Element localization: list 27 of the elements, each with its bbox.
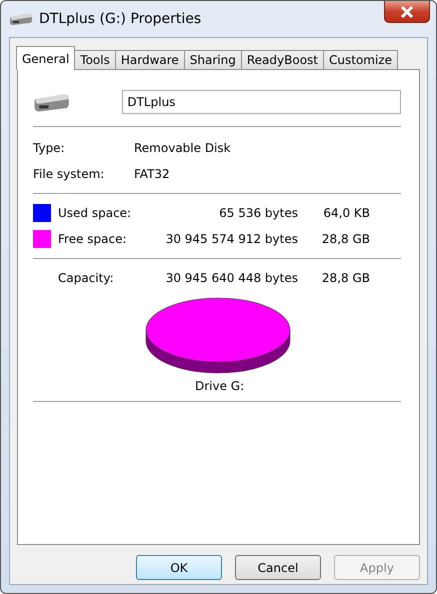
space-size: 64,0 KB [322, 206, 370, 220]
capacity-size: 28,8 GB [320, 271, 370, 285]
field-value: Removable Disk [134, 141, 231, 155]
dialog-button[interactable]: OK [136, 555, 222, 580]
space-size: 28,8 GB [320, 232, 370, 246]
tab[interactable]: Customize [323, 50, 398, 70]
space-label: Free space: [58, 232, 128, 246]
field-label: File system: [33, 167, 106, 181]
drive-icon [9, 12, 33, 26]
field-value: FAT32 [134, 167, 170, 181]
capacity-bytes: 30 945 640 448 bytes [164, 271, 298, 285]
window-title: DTLplus (G:) Properties [39, 11, 202, 27]
field-label: Type: [33, 141, 66, 155]
tab[interactable]: Sharing [184, 50, 242, 70]
tab[interactable]: ReadyBoost [240, 50, 324, 70]
tab[interactable]: General [16, 46, 76, 70]
tab[interactable]: Hardware [114, 50, 185, 70]
dialog-button[interactable]: Cancel [235, 555, 321, 580]
space-bytes: 65 536 bytes [218, 206, 298, 220]
close-icon [400, 6, 414, 18]
tab[interactable]: Tools [74, 50, 116, 70]
capacity-label: Capacity: [58, 271, 115, 285]
space-label: Used space: [58, 206, 132, 220]
close-button[interactable] [384, 1, 430, 23]
drive-label: Drive G: [195, 379, 244, 393]
name-field[interactable]: DTLplus [122, 90, 401, 114]
space-bytes: 30 945 574 912 bytes [164, 232, 298, 246]
